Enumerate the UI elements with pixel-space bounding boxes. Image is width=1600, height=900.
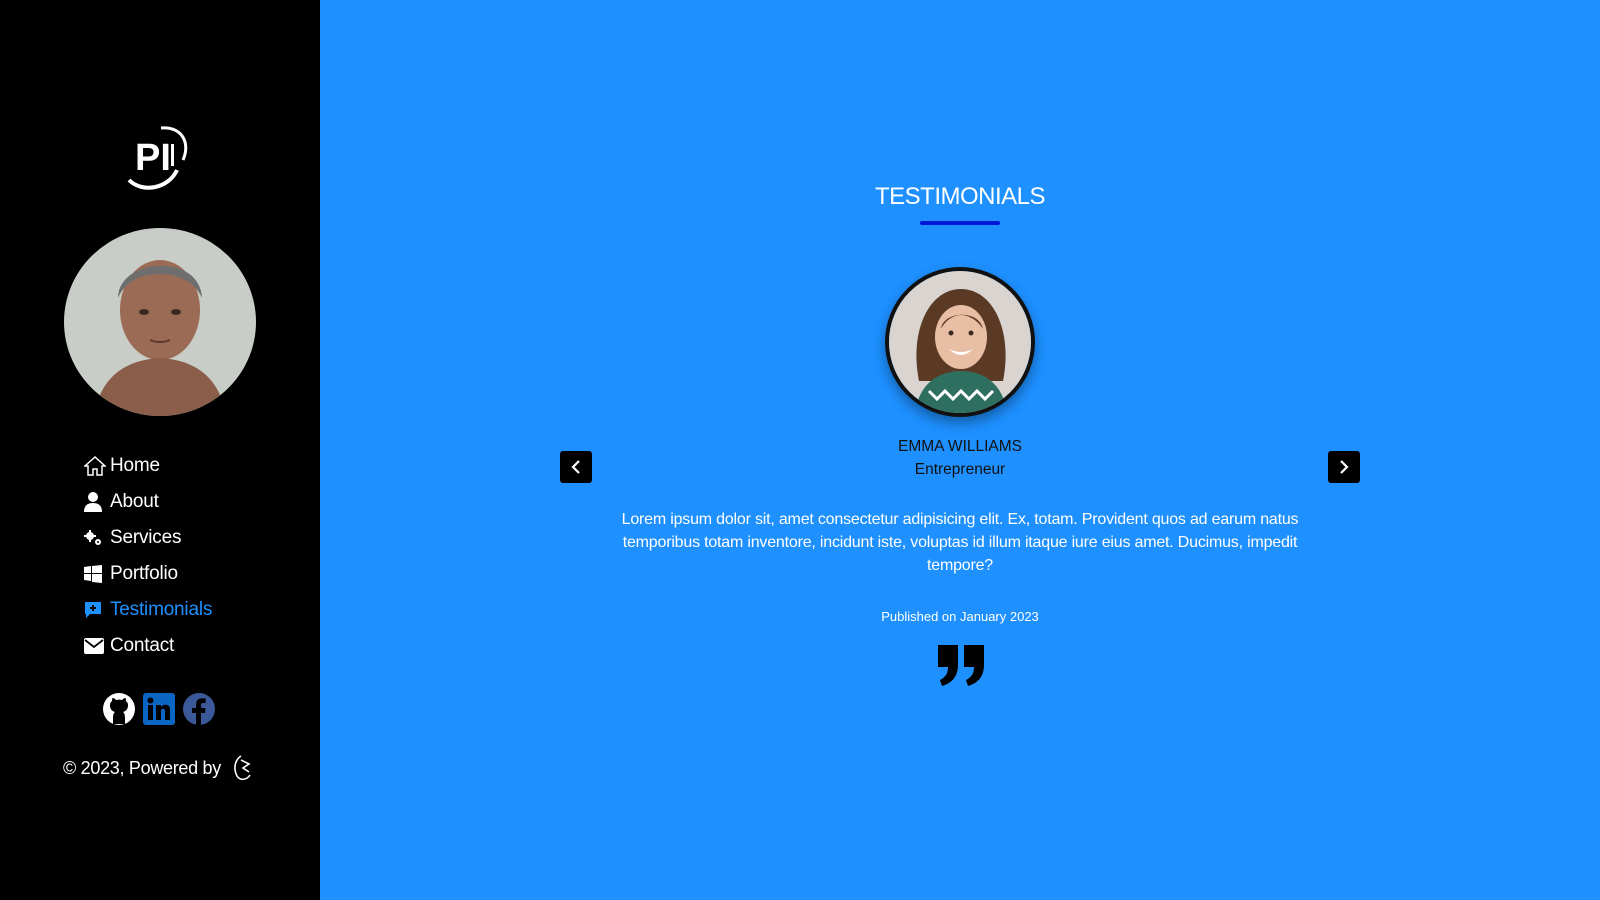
nav-label: Services [110,527,182,548]
linkedin-icon[interactable] [142,692,176,726]
testimonial-name: EMMA WILLIAMS [897,438,1023,455]
nav-item-contact[interactable]: Contact [84,628,212,664]
powered-by-logo[interactable] [231,754,255,782]
nav-label: Portfolio [110,563,178,584]
envelope-icon [84,635,106,657]
sidebar: PI Home About Services Portfolio Testimo… [0,0,320,900]
published-date: Published on January 2023 [881,609,1039,624]
main-nav: Home About Services Portfolio Testimonia… [84,448,212,664]
testimonials-section: TESTIMONIALS EMMA WILLIAMS Entrepreneur … [320,0,1600,900]
nav-item-services[interactable]: Services [84,520,212,556]
windows-icon [84,563,106,585]
nav-label: Testimonials [110,599,213,620]
nav-item-about[interactable]: About [84,484,212,520]
svg-text:PI: PI [135,137,171,179]
facebook-icon[interactable] [182,692,216,726]
testimonial-avatar [885,267,1035,417]
nav-item-portfolio[interactable]: Portfolio [84,556,212,592]
footer: © 2023, Powered by [63,754,255,782]
quote-icon [936,643,986,687]
nav-item-home[interactable]: Home [84,448,212,484]
testimonial-text: Lorem ipsum dolor sit, amet consectetur … [621,511,1299,574]
testimonial-role: Entrepreneur [914,461,1006,478]
section-title: TESTIMONIALS [874,183,1046,210]
nav-label: About [110,491,159,512]
social-links [102,692,216,726]
title-underline [920,221,1000,225]
nav-item-testimonials[interactable]: Testimonials [84,592,212,628]
nav-label: Home [110,455,160,476]
github-icon[interactable] [102,692,136,726]
home-icon [84,455,106,477]
user-icon [84,491,106,513]
profile-photo [64,228,256,416]
site-logo[interactable]: PI [121,122,191,192]
nav-label: Contact [110,635,175,656]
footer-text: © 2023, Powered by [63,757,221,778]
comment-plus-icon [84,599,106,621]
gears-icon [84,527,106,549]
